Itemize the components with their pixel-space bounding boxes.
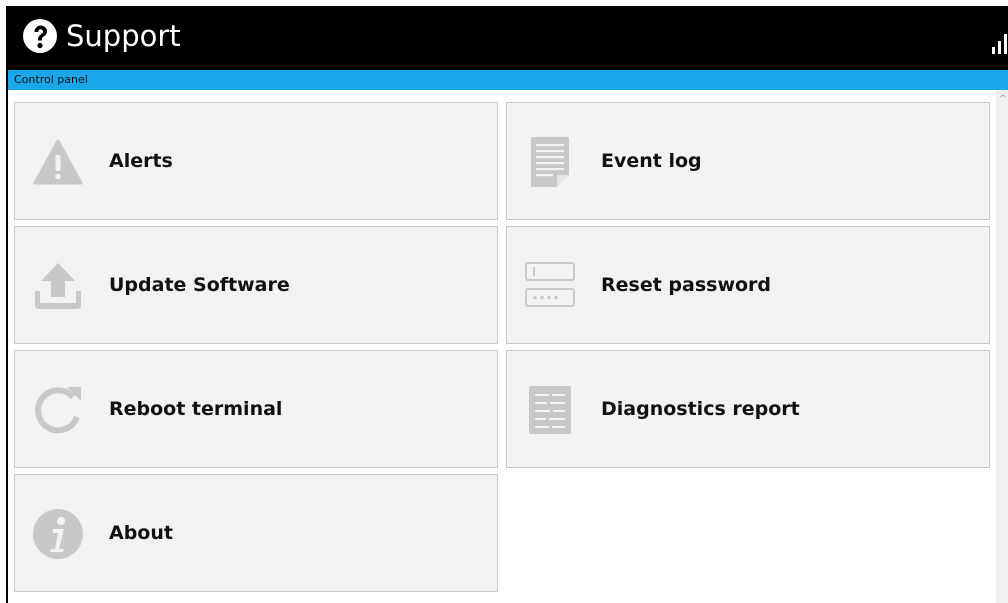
tile-alerts[interactable]: Alerts xyxy=(14,102,498,220)
tile-about[interactable]: About xyxy=(14,474,498,592)
tile-label: Alerts xyxy=(109,150,173,172)
tile-label: About xyxy=(109,522,173,544)
page-title: Support xyxy=(66,19,181,53)
help-icon[interactable] xyxy=(22,18,58,54)
tile-label: Event log xyxy=(601,150,702,172)
scroll-up-arrow-icon[interactable]: ^ xyxy=(996,94,1008,105)
password-field-icon xyxy=(525,262,575,307)
tile-label: Reboot terminal xyxy=(109,398,283,420)
report-icon xyxy=(529,386,571,434)
support-menu: Alerts Event log Update Software Reset p… xyxy=(8,90,994,603)
app-window: Support Control panel Alerts Event log U… xyxy=(6,6,1008,603)
breadcrumb-label[interactable]: Control panel xyxy=(14,72,88,88)
info-icon xyxy=(33,509,83,559)
upload-icon xyxy=(35,263,81,309)
tile-reset-password[interactable]: Reset password xyxy=(506,226,990,344)
alert-triangle-icon xyxy=(33,139,83,185)
tile-diagnostics-report[interactable]: Diagnostics report xyxy=(506,350,990,468)
tile-label: Update Software xyxy=(109,274,290,296)
refresh-icon xyxy=(35,387,81,434)
breadcrumb: Control panel xyxy=(8,70,1008,90)
tile-update-software[interactable]: Update Software xyxy=(14,226,498,344)
tile-event-log[interactable]: Event log xyxy=(506,102,990,220)
title-bar: Support xyxy=(8,6,1008,70)
signal-strength-icon xyxy=(992,34,1007,54)
document-icon xyxy=(531,137,569,187)
tile-label: Reset password xyxy=(601,274,772,296)
tile-label: Diagnostics report xyxy=(601,398,800,420)
tile-reboot-terminal[interactable]: Reboot terminal xyxy=(14,350,498,468)
scrollbar[interactable]: ^ xyxy=(996,90,1008,603)
